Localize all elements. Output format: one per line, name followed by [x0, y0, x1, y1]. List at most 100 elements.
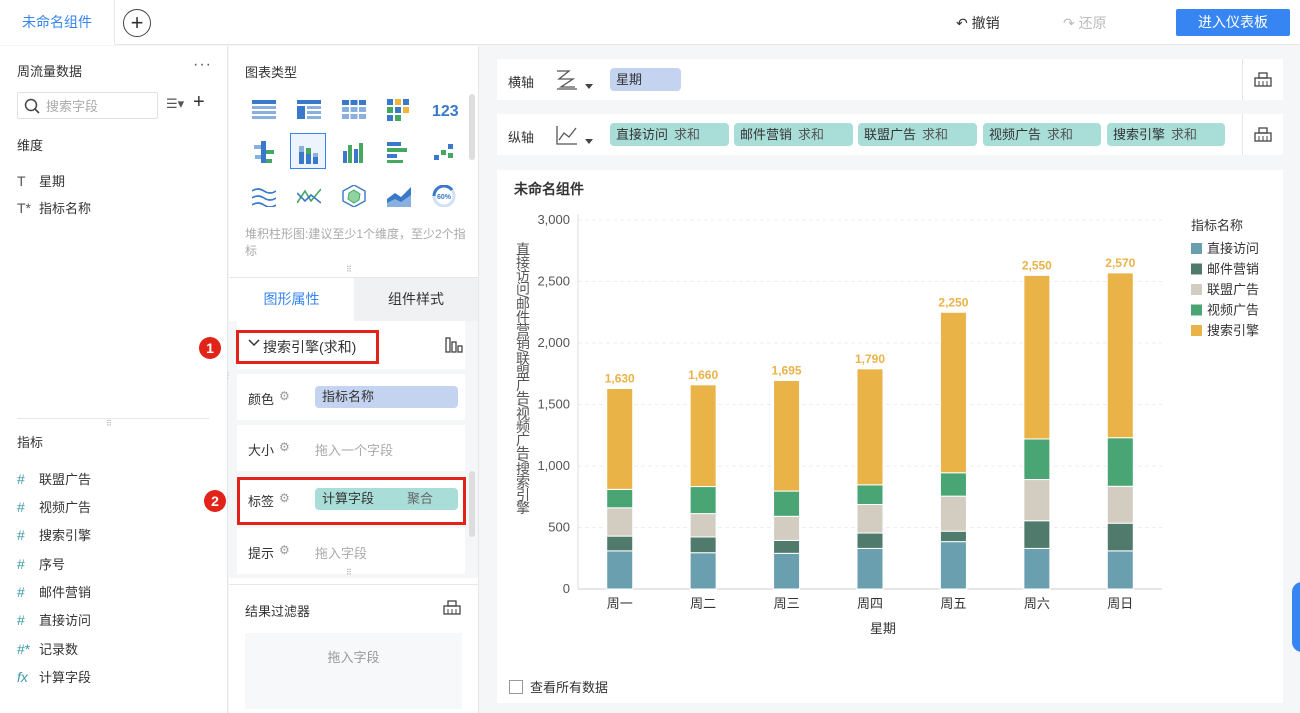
field-panel: 周流量数据 ··· ☰▾ + 维度 T星期 T*指标名称 ⠿ 指标 #联盟广告 …: [0, 46, 228, 713]
count-type-icon: #*: [17, 641, 31, 657]
bar-chart-type-icon[interactable]: [445, 335, 463, 353]
filter-settings-icon[interactable]: [443, 599, 461, 615]
shelf-settings-icon[interactable]: [1254, 71, 1272, 87]
area-chart-icon[interactable]: [380, 177, 416, 213]
gear-icon[interactable]: ⚙: [279, 543, 290, 557]
bar-segment: [1023, 547, 1051, 590]
undo-button[interactable]: ↶ 撤销: [956, 13, 1000, 33]
y-axis-field-pill[interactable]: 直接访问 求和: [610, 123, 729, 146]
aggregation-tag: 求和: [798, 127, 825, 142]
axis-type-icon[interactable]: [555, 69, 595, 91]
legend-swatch: [1191, 284, 1202, 295]
y-axis-field-pill[interactable]: 邮件营销 求和: [734, 123, 853, 146]
metric-item[interactable]: # 视频广告: [17, 497, 91, 517]
redo-icon: ↷: [1063, 15, 1075, 31]
x-axis-field-pill[interactable]: 星期: [610, 68, 681, 91]
resize-handle[interactable]: ⠿: [346, 569, 352, 577]
y-axis-field-pill[interactable]: 视频广告 求和: [983, 123, 1101, 146]
bar-chart-icon[interactable]: [380, 133, 416, 169]
search-input[interactable]: [46, 96, 154, 116]
y-tick-label: 2,500: [537, 274, 570, 289]
bar-segment: [1106, 522, 1134, 552]
scatter-chart-icon[interactable]: [425, 133, 461, 169]
y-axis-field-pill[interactable]: 联盟广告 求和: [858, 123, 977, 146]
enter-dashboard-button[interactable]: 进入仪表板: [1176, 9, 1290, 36]
resize-handle[interactable]: ⠿: [106, 420, 112, 428]
y-axis-field-pill[interactable]: 搜索引擎 求和: [1107, 123, 1225, 146]
number-type-icon: #: [17, 499, 25, 515]
bar-segment: [606, 507, 634, 537]
scrollbar[interactable]: [469, 94, 475, 160]
add-field-icon[interactable]: +: [193, 91, 205, 114]
bar-segment: [856, 547, 884, 590]
bar-segment: [1023, 479, 1051, 522]
side-drawer-handle[interactable]: [1292, 582, 1300, 652]
field-filter-icon[interactable]: ☰▾: [166, 96, 184, 112]
tooltip-drop-zone[interactable]: 拖入字段: [315, 543, 367, 562]
metric-item[interactable]: # 直接访问: [17, 610, 91, 630]
view-all-data-toggle[interactable]: 查看所有数据: [509, 677, 608, 696]
metric-item[interactable]: # 序号: [17, 554, 65, 574]
bar-segment: [773, 490, 801, 517]
kpi-number-icon[interactable]: 123: [425, 91, 461, 127]
x-tick-label: 周四: [857, 596, 883, 611]
top-bar: 未命名组件 + ↶ 撤销 ↷ 还原 进入仪表板: [0, 0, 1300, 45]
legend-label: 直接访问: [1207, 241, 1259, 256]
metric-label: 指标: [17, 435, 44, 450]
shelf-divider: [1242, 114, 1243, 155]
more-icon[interactable]: ···: [193, 56, 212, 74]
metric-item[interactable]: fx 计算字段: [17, 667, 91, 687]
legend-swatch: [1191, 304, 1202, 316]
resize-handle[interactable]: ⠿: [346, 266, 352, 274]
metric-item[interactable]: #* 记录数: [17, 639, 78, 659]
bar-segment: [606, 550, 634, 590]
grouped-table-icon[interactable]: [245, 133, 281, 169]
number-type-icon: #: [17, 527, 25, 543]
x-tick-label: 周日: [1107, 596, 1133, 611]
bar-segment: [606, 388, 634, 490]
bar-segment: [856, 503, 884, 534]
aggregation-tag: 求和: [1171, 127, 1198, 142]
metric-item[interactable]: # 搜索引擎: [17, 525, 91, 545]
chart-type-hint: 堆积柱形图:建议至少1个维度，至少2个指标: [245, 227, 466, 258]
component-tab[interactable]: 未命名组件: [0, 0, 115, 45]
y-tick-label: 0: [563, 581, 570, 596]
radar-chart-icon[interactable]: [335, 177, 371, 213]
dimension-item[interactable]: T 星期: [17, 171, 65, 191]
bar-segment: [606, 488, 634, 509]
metric-item[interactable]: # 邮件营销: [17, 582, 91, 602]
combo-line-chart-icon[interactable]: [290, 177, 326, 213]
y-tick-label: 1,000: [537, 458, 570, 473]
filter-drop-zone[interactable]: 拖入字段: [245, 633, 462, 709]
annotation-marker-1: 1: [199, 337, 221, 359]
add-tab-button[interactable]: +: [123, 9, 151, 37]
dataset-title: 周流量数据: [17, 64, 83, 79]
checkbox[interactable]: [509, 680, 523, 694]
gauge-chart-icon[interactable]: 60%: [425, 177, 461, 213]
y-tick-label: 2,000: [537, 335, 570, 350]
size-drop-zone[interactable]: 拖入一个字段: [315, 440, 393, 459]
detail-table-icon[interactable]: [335, 91, 371, 127]
tab-graph-properties[interactable]: 图形属性: [229, 278, 354, 322]
stacked-column-chart-icon[interactable]: [290, 133, 326, 169]
redo-button[interactable]: ↷ 还原: [1063, 13, 1107, 33]
bar-segment: [856, 532, 884, 549]
tab-component-style[interactable]: 组件样式: [354, 278, 478, 322]
metric-item[interactable]: # 联盟广告: [17, 469, 91, 489]
scrollbar[interactable]: [469, 471, 475, 537]
heatmap-chart-icon[interactable]: [380, 91, 416, 127]
redo-label: 还原: [1078, 15, 1107, 31]
gear-icon[interactable]: ⚙: [279, 389, 290, 403]
aggregation-tag: 求和: [922, 127, 949, 142]
crosstab-chart-icon[interactable]: [290, 91, 326, 127]
shelf-settings-icon[interactable]: [1254, 126, 1272, 142]
dimension-item[interactable]: T* 指标名称: [17, 198, 91, 218]
gear-icon[interactable]: ⚙: [279, 440, 290, 454]
stacked-column-chart: 0 500 1,000 1,500 2,000 2,500 3,000 直接访问/邮件营销/联…: [515, 212, 1259, 636]
color-field-pill[interactable]: 指标名称: [315, 386, 458, 408]
axis-type-icon[interactable]: [555, 124, 595, 146]
table-chart-icon[interactable]: [245, 91, 281, 127]
line-chart-icon[interactable]: [245, 177, 281, 213]
column-chart-icon[interactable]: [335, 133, 371, 169]
y-axis-title: 直接访问/邮件营销/联盟广告/视频广告/搜索引擎: [515, 241, 531, 515]
